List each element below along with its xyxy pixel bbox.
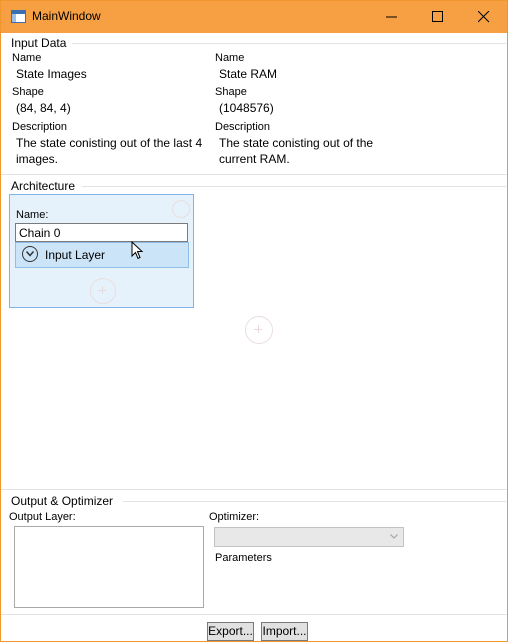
parameters-label: Parameters: [215, 552, 272, 564]
footer-divider: [1, 614, 507, 615]
chain-name-label: Name:: [16, 209, 49, 221]
input-shape-label: Shape: [215, 86, 247, 98]
app-window-icon: [11, 10, 26, 23]
maximize-button[interactable]: [415, 1, 461, 33]
input-data-header: Input Data: [11, 36, 67, 50]
input-name-label: Name: [12, 52, 42, 64]
input-description-line2: images.: [16, 152, 59, 166]
optimizer-label: Optimizer:: [209, 511, 260, 523]
input-description-line1: The state conisting out of the last 4: [16, 136, 203, 150]
add-layer-icon-v: [102, 286, 103, 294]
input-layer-label: Input Layer: [45, 248, 106, 262]
title-bar[interactable]: MainWindow: [1, 1, 507, 33]
remove-chain-icon[interactable]: [172, 200, 190, 218]
chevron-down-icon: [390, 534, 398, 539]
window-title: MainWindow: [32, 9, 101, 23]
import-button[interactable]: Import...: [261, 622, 308, 641]
export-button[interactable]: Export...: [207, 622, 254, 641]
input-shape-value: (84, 84, 4): [16, 101, 71, 115]
add-layer-icon[interactable]: [90, 278, 116, 304]
main-window: MainWindow Input Data Name State Images …: [0, 0, 508, 642]
minimize-icon: [386, 16, 397, 18]
maximize-icon: [432, 11, 443, 22]
input-description-line2: current RAM.: [219, 152, 290, 166]
mouse-cursor-icon: [131, 241, 144, 260]
architecture-divider: [82, 186, 506, 187]
minimize-button[interactable]: [369, 1, 415, 33]
input-description-label: Description: [12, 121, 68, 133]
section-divider: [1, 489, 507, 490]
close-icon: [478, 11, 490, 23]
output-optimizer-header: Output & Optimizer: [11, 494, 114, 508]
input-data-divider: [72, 43, 506, 44]
input-description-label: Description: [215, 121, 271, 133]
output-layer-label: Output Layer:: [9, 511, 76, 523]
chain-name-input[interactable]: Chain 0: [15, 223, 188, 242]
add-chain-icon-v: [258, 325, 259, 333]
input-shape-label: Shape: [12, 86, 44, 98]
chevron-down-icon[interactable]: [22, 246, 38, 262]
input-name-value: State Images: [16, 67, 87, 81]
add-chain-icon[interactable]: [245, 316, 273, 344]
input-shape-value: (1048576): [219, 101, 274, 115]
section-divider: [1, 174, 507, 175]
input-name-label: Name: [215, 52, 245, 64]
output-layer-list[interactable]: [14, 526, 204, 608]
close-button[interactable]: [461, 1, 507, 33]
optimizer-select[interactable]: [214, 527, 404, 547]
input-name-value: State RAM: [219, 67, 278, 81]
output-divider: [123, 501, 506, 502]
input-description-line1: The state conisting out of the: [219, 136, 374, 150]
architecture-header: Architecture: [11, 179, 76, 193]
